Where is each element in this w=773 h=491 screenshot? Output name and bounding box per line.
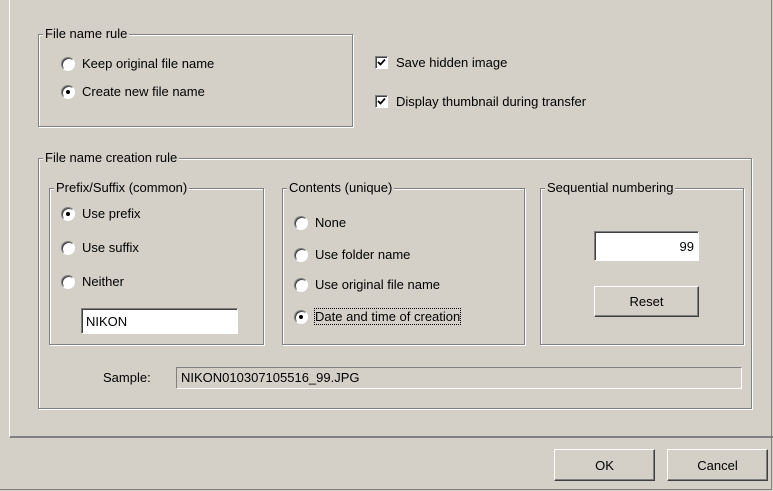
radio-use-prefix[interactable]: Use prefix <box>61 206 141 221</box>
radio-indicator <box>61 84 75 99</box>
checkbox-indicator <box>375 56 388 69</box>
prefix-text-input[interactable] <box>81 308 238 334</box>
radio-label: Use suffix <box>82 240 139 255</box>
checkmark-icon <box>377 58 386 66</box>
sample-filename-field: NIKON010307105516_99.JPG <box>176 367 742 389</box>
checkbox-label: Save hidden image <box>396 55 508 70</box>
radio-label: Date and time of creation <box>313 308 462 325</box>
checkbox-indicator <box>375 95 388 108</box>
sample-label: Sample: <box>103 370 151 385</box>
sequential-numbering-legend: Sequential numbering <box>545 180 676 195</box>
cancel-button[interactable]: Cancel <box>667 449 768 481</box>
radio-indicator <box>294 247 308 262</box>
sample-filename-value: NIKON010307105516_99.JPG <box>181 370 360 385</box>
radio-use-folder-name[interactable]: Use folder name <box>294 247 410 262</box>
radio-keep-original-name[interactable]: Keep original file name <box>61 56 214 71</box>
file-name-rule-group: File name rule <box>38 27 353 127</box>
display-thumbnail-checkbox[interactable]: Display thumbnail during transfer <box>375 94 586 109</box>
ok-button[interactable]: OK <box>554 449 655 481</box>
radio-indicator <box>61 240 75 255</box>
radio-label: Use prefix <box>82 206 141 221</box>
contents-legend: Contents (unique) <box>287 180 395 195</box>
radio-indicator <box>61 274 75 289</box>
radio-neither[interactable]: Neither <box>61 274 124 289</box>
reset-button[interactable]: Reset <box>594 286 699 317</box>
radio-indicator <box>61 56 75 71</box>
radio-label: Create new file name <box>82 84 205 99</box>
file-name-creation-rule-legend: File name creation rule <box>43 150 180 165</box>
checkmark-icon <box>377 97 386 105</box>
radio-label: None <box>315 215 347 230</box>
radio-label: Neither <box>82 274 124 289</box>
radio-label: Use folder name <box>315 247 411 262</box>
radio-contents-none[interactable]: None <box>294 215 346 230</box>
radio-label: Keep original file name <box>82 56 215 71</box>
radio-use-suffix[interactable]: Use suffix <box>61 240 139 255</box>
radio-indicator <box>294 277 308 292</box>
radio-create-new-name[interactable]: Create new file name <box>61 84 205 99</box>
radio-indicator <box>294 215 308 230</box>
radio-use-original-file-name[interactable]: Use original file name <box>294 277 440 292</box>
checkbox-label: Display thumbnail during transfer <box>396 94 587 109</box>
prefix-suffix-legend: Prefix/Suffix (common) <box>54 180 190 195</box>
save-hidden-image-checkbox[interactable]: Save hidden image <box>375 55 507 70</box>
sequential-numbering-group: Sequential numbering <box>540 181 744 345</box>
radio-label: Use original file name <box>315 277 441 292</box>
file-name-rule-legend: File name rule <box>43 26 130 41</box>
radio-date-time-creation[interactable]: Date and time of creation <box>294 308 462 325</box>
radio-indicator <box>61 206 75 221</box>
sequence-number-input[interactable] <box>594 231 699 261</box>
radio-indicator <box>294 309 308 324</box>
